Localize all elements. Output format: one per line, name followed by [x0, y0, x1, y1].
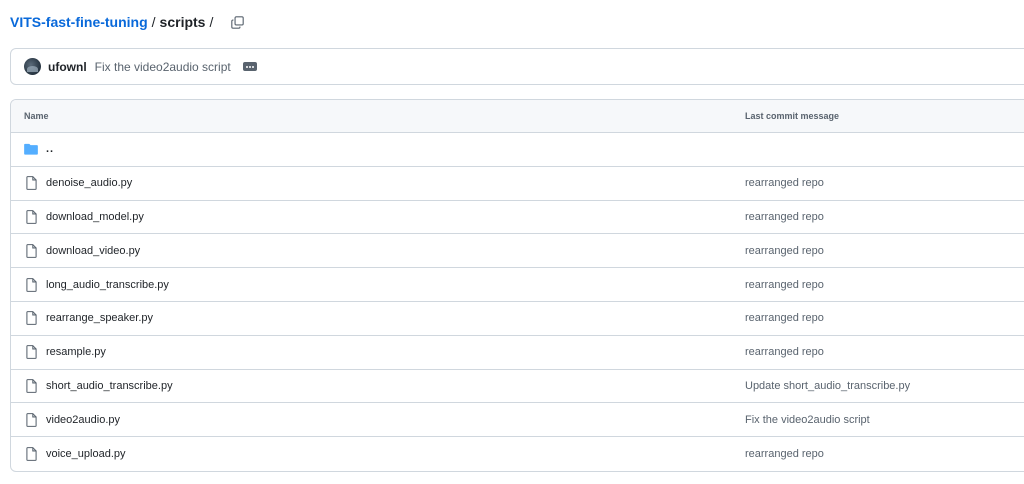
- parent-directory-row[interactable]: ..: [11, 133, 1024, 167]
- file-icon: [24, 277, 38, 292]
- file-name-link[interactable]: short_audio_transcribe.py: [46, 380, 173, 392]
- file-name-link[interactable]: download_video.py: [46, 245, 140, 257]
- file-icon: [24, 243, 38, 258]
- latest-commit-bar: ufownl Fix the video2audio script: [10, 48, 1024, 85]
- breadcrumb-repo-link[interactable]: VITS-fast-fine-tuning: [10, 14, 148, 30]
- file-name-link[interactable]: resample.py: [46, 346, 106, 358]
- file-icon: [24, 345, 38, 360]
- file-table: Name Last commit message .. denoise_audi…: [10, 99, 1024, 472]
- table-header: Name Last commit message: [11, 100, 1024, 133]
- table-row[interactable]: denoise_audio.py rearranged repo: [11, 167, 1024, 201]
- commit-message-link[interactable]: rearranged repo: [745, 279, 824, 291]
- table-row[interactable]: short_audio_transcribe.py Update short_au…: [11, 370, 1024, 404]
- commit-message-link[interactable]: rearranged repo: [745, 245, 824, 257]
- file-icon: [24, 379, 38, 393]
- commit-author[interactable]: ufownl: [48, 60, 87, 74]
- file-icon: [24, 176, 38, 191]
- table-row[interactable]: video2audio.py Fix the video2audio script: [11, 403, 1024, 438]
- ellipsis-icon[interactable]: [242, 62, 257, 71]
- commit-message-link[interactable]: rearranged repo: [745, 177, 824, 189]
- header-last-commit-message: Last commit message: [745, 111, 840, 121]
- commit-message-link[interactable]: rearranged repo: [745, 448, 824, 460]
- parent-directory-link[interactable]: ..: [46, 143, 54, 155]
- file-name-link[interactable]: long_audio_transcribe.py: [46, 279, 169, 291]
- file-name-link[interactable]: voice_upload.py: [46, 448, 126, 460]
- commit-message[interactable]: Fix the video2audio script: [95, 60, 231, 74]
- breadcrumb-current-dir: scripts: [159, 14, 206, 30]
- breadcrumb-separator: /: [209, 14, 214, 30]
- commit-message-link[interactable]: rearranged repo: [745, 346, 824, 358]
- table-row[interactable]: long_audio_transcribe.py rearranged repo: [11, 268, 1024, 302]
- table-row[interactable]: voice_upload.py rearranged repo: [11, 437, 1024, 471]
- file-icon: [24, 210, 38, 224]
- commit-message-link[interactable]: rearranged repo: [745, 312, 824, 324]
- copy-path-button[interactable]: [229, 14, 245, 30]
- commit-message-link[interactable]: Fix the video2audio script: [745, 414, 870, 426]
- commit-message-link[interactable]: rearranged repo: [745, 211, 824, 223]
- avatar[interactable]: [24, 58, 41, 75]
- file-icon: [24, 412, 38, 427]
- file-name-link[interactable]: rearrange_speaker.py: [46, 312, 153, 324]
- breadcrumb: VITS-fast-fine-tuning / scripts /: [10, 12, 245, 32]
- file-name-link[interactable]: denoise_audio.py: [46, 177, 132, 189]
- breadcrumb-separator: /: [151, 14, 156, 30]
- file-icon: [24, 447, 38, 461]
- commit-message-link[interactable]: Update short_audio_transcribe.py: [745, 380, 910, 392]
- file-name-link[interactable]: video2audio.py: [46, 414, 120, 426]
- table-row[interactable]: rearrange_speaker.py rearranged repo: [11, 302, 1024, 336]
- file-name-link[interactable]: download_model.py: [46, 211, 144, 223]
- table-row[interactable]: resample.py rearranged repo: [11, 336, 1024, 370]
- file-icon: [24, 311, 38, 326]
- table-row[interactable]: download_video.py rearranged repo: [11, 234, 1024, 269]
- copy-icon: [231, 15, 244, 29]
- folder-icon: [24, 142, 38, 156]
- header-name: Name: [24, 111, 49, 121]
- table-row[interactable]: download_model.py rearranged repo: [11, 201, 1024, 235]
